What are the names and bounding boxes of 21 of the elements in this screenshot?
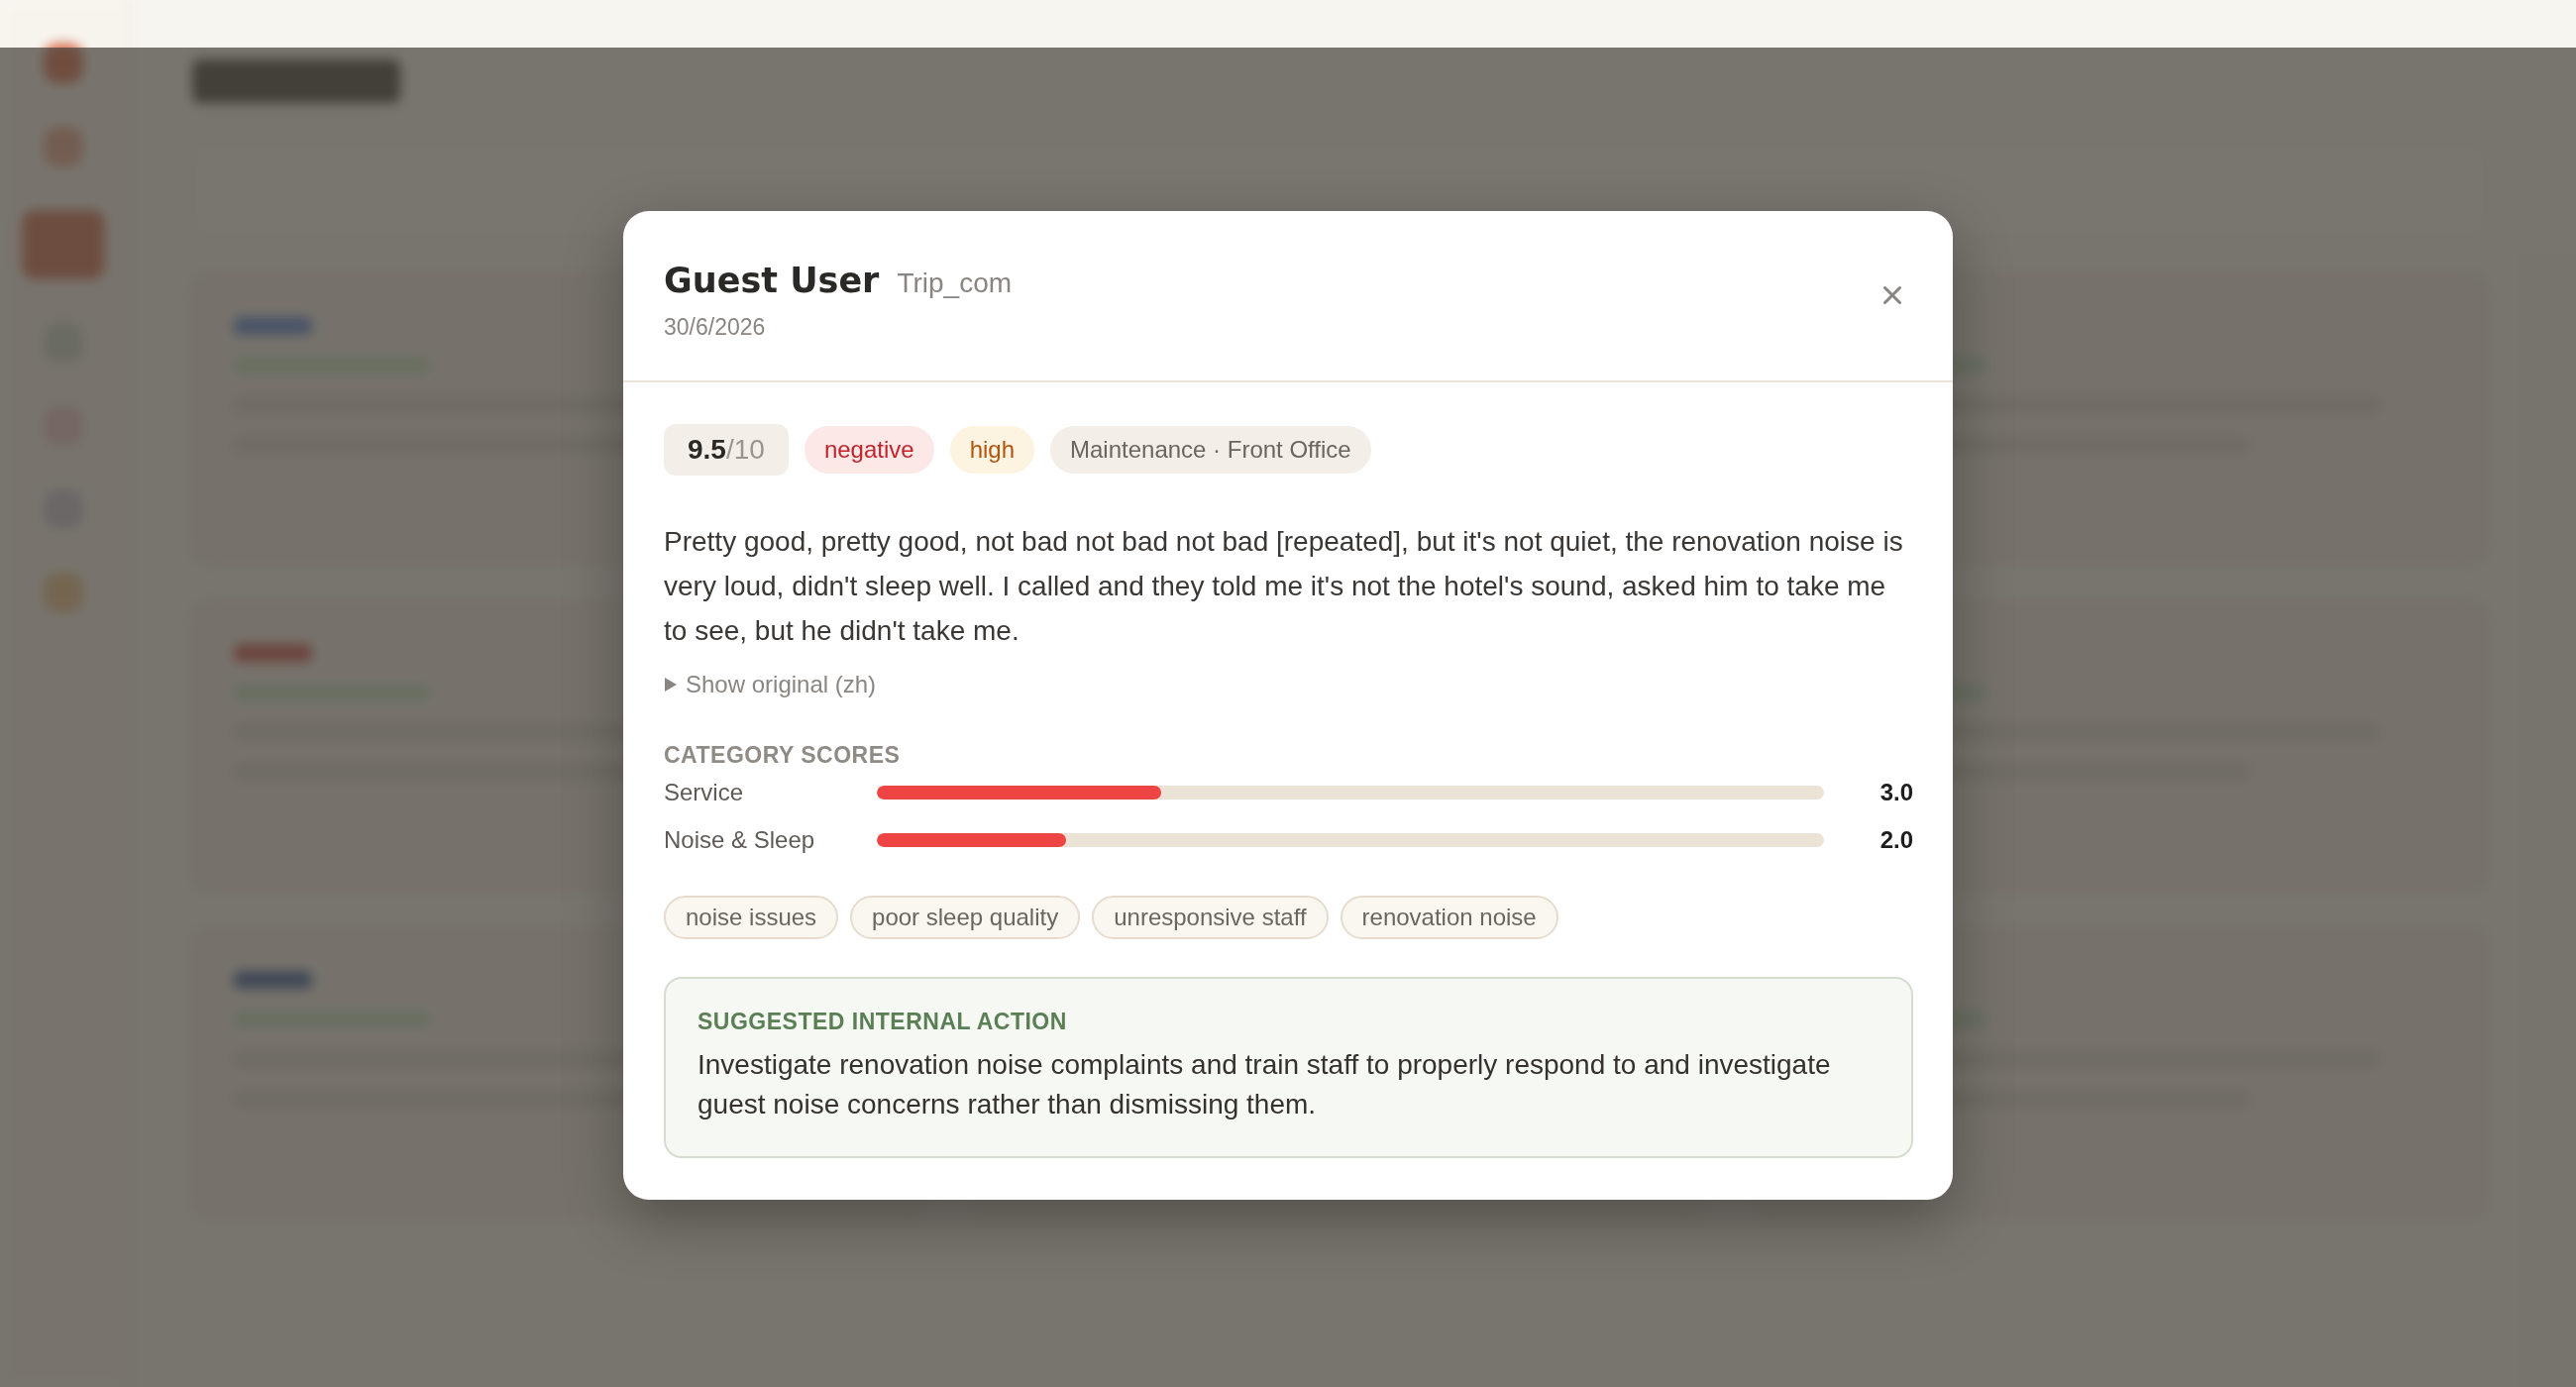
topic-tag: renovation noise [1340, 896, 1558, 939]
department-badge: Maintenance · Front Office [1050, 426, 1371, 474]
review-date: 30/6/2026 [664, 314, 767, 341]
section-heading: CATEGORY SCORES [664, 742, 902, 769]
platform-name: Trip_com [897, 267, 1013, 299]
guest-name: Guest User [664, 261, 880, 300]
review-text: Pretty good, pretty good, not bad not bad not bad [repeated], but it's not quiet, the renovation noise is very loud, didn't sleep well. I called and they told me it's not the hotel's sound, asked him to take me to see, but he didn't take me. [664, 525, 1904, 648]
topic-tag: noise issues [664, 896, 839, 939]
action-text: Investigate renovation noise complaints and train staff to properly respond to and investigate guest noise concerns rather than dismissing them. [698, 1048, 1832, 1121]
action-heading: SUGGESTED INTERNAL ACTION [698, 1009, 1068, 1035]
topic-tag: unresponsive staff [1092, 896, 1329, 939]
category-name: Noise & Sleep [664, 826, 816, 854]
show-original-toggle[interactable]: Show original (zh) [664, 671, 877, 698]
topic-tag: poor sleep quality [850, 896, 1081, 939]
triangle-icon [664, 677, 678, 693]
score-badge: 9.5/10 [664, 424, 789, 476]
priority-badge: high [949, 426, 1034, 474]
sentiment-badge: negative [804, 426, 934, 474]
score-value: 3.0 [1878, 779, 1913, 806]
score-value: 2.0 [1878, 826, 1913, 854]
category-name: Service [664, 779, 745, 806]
